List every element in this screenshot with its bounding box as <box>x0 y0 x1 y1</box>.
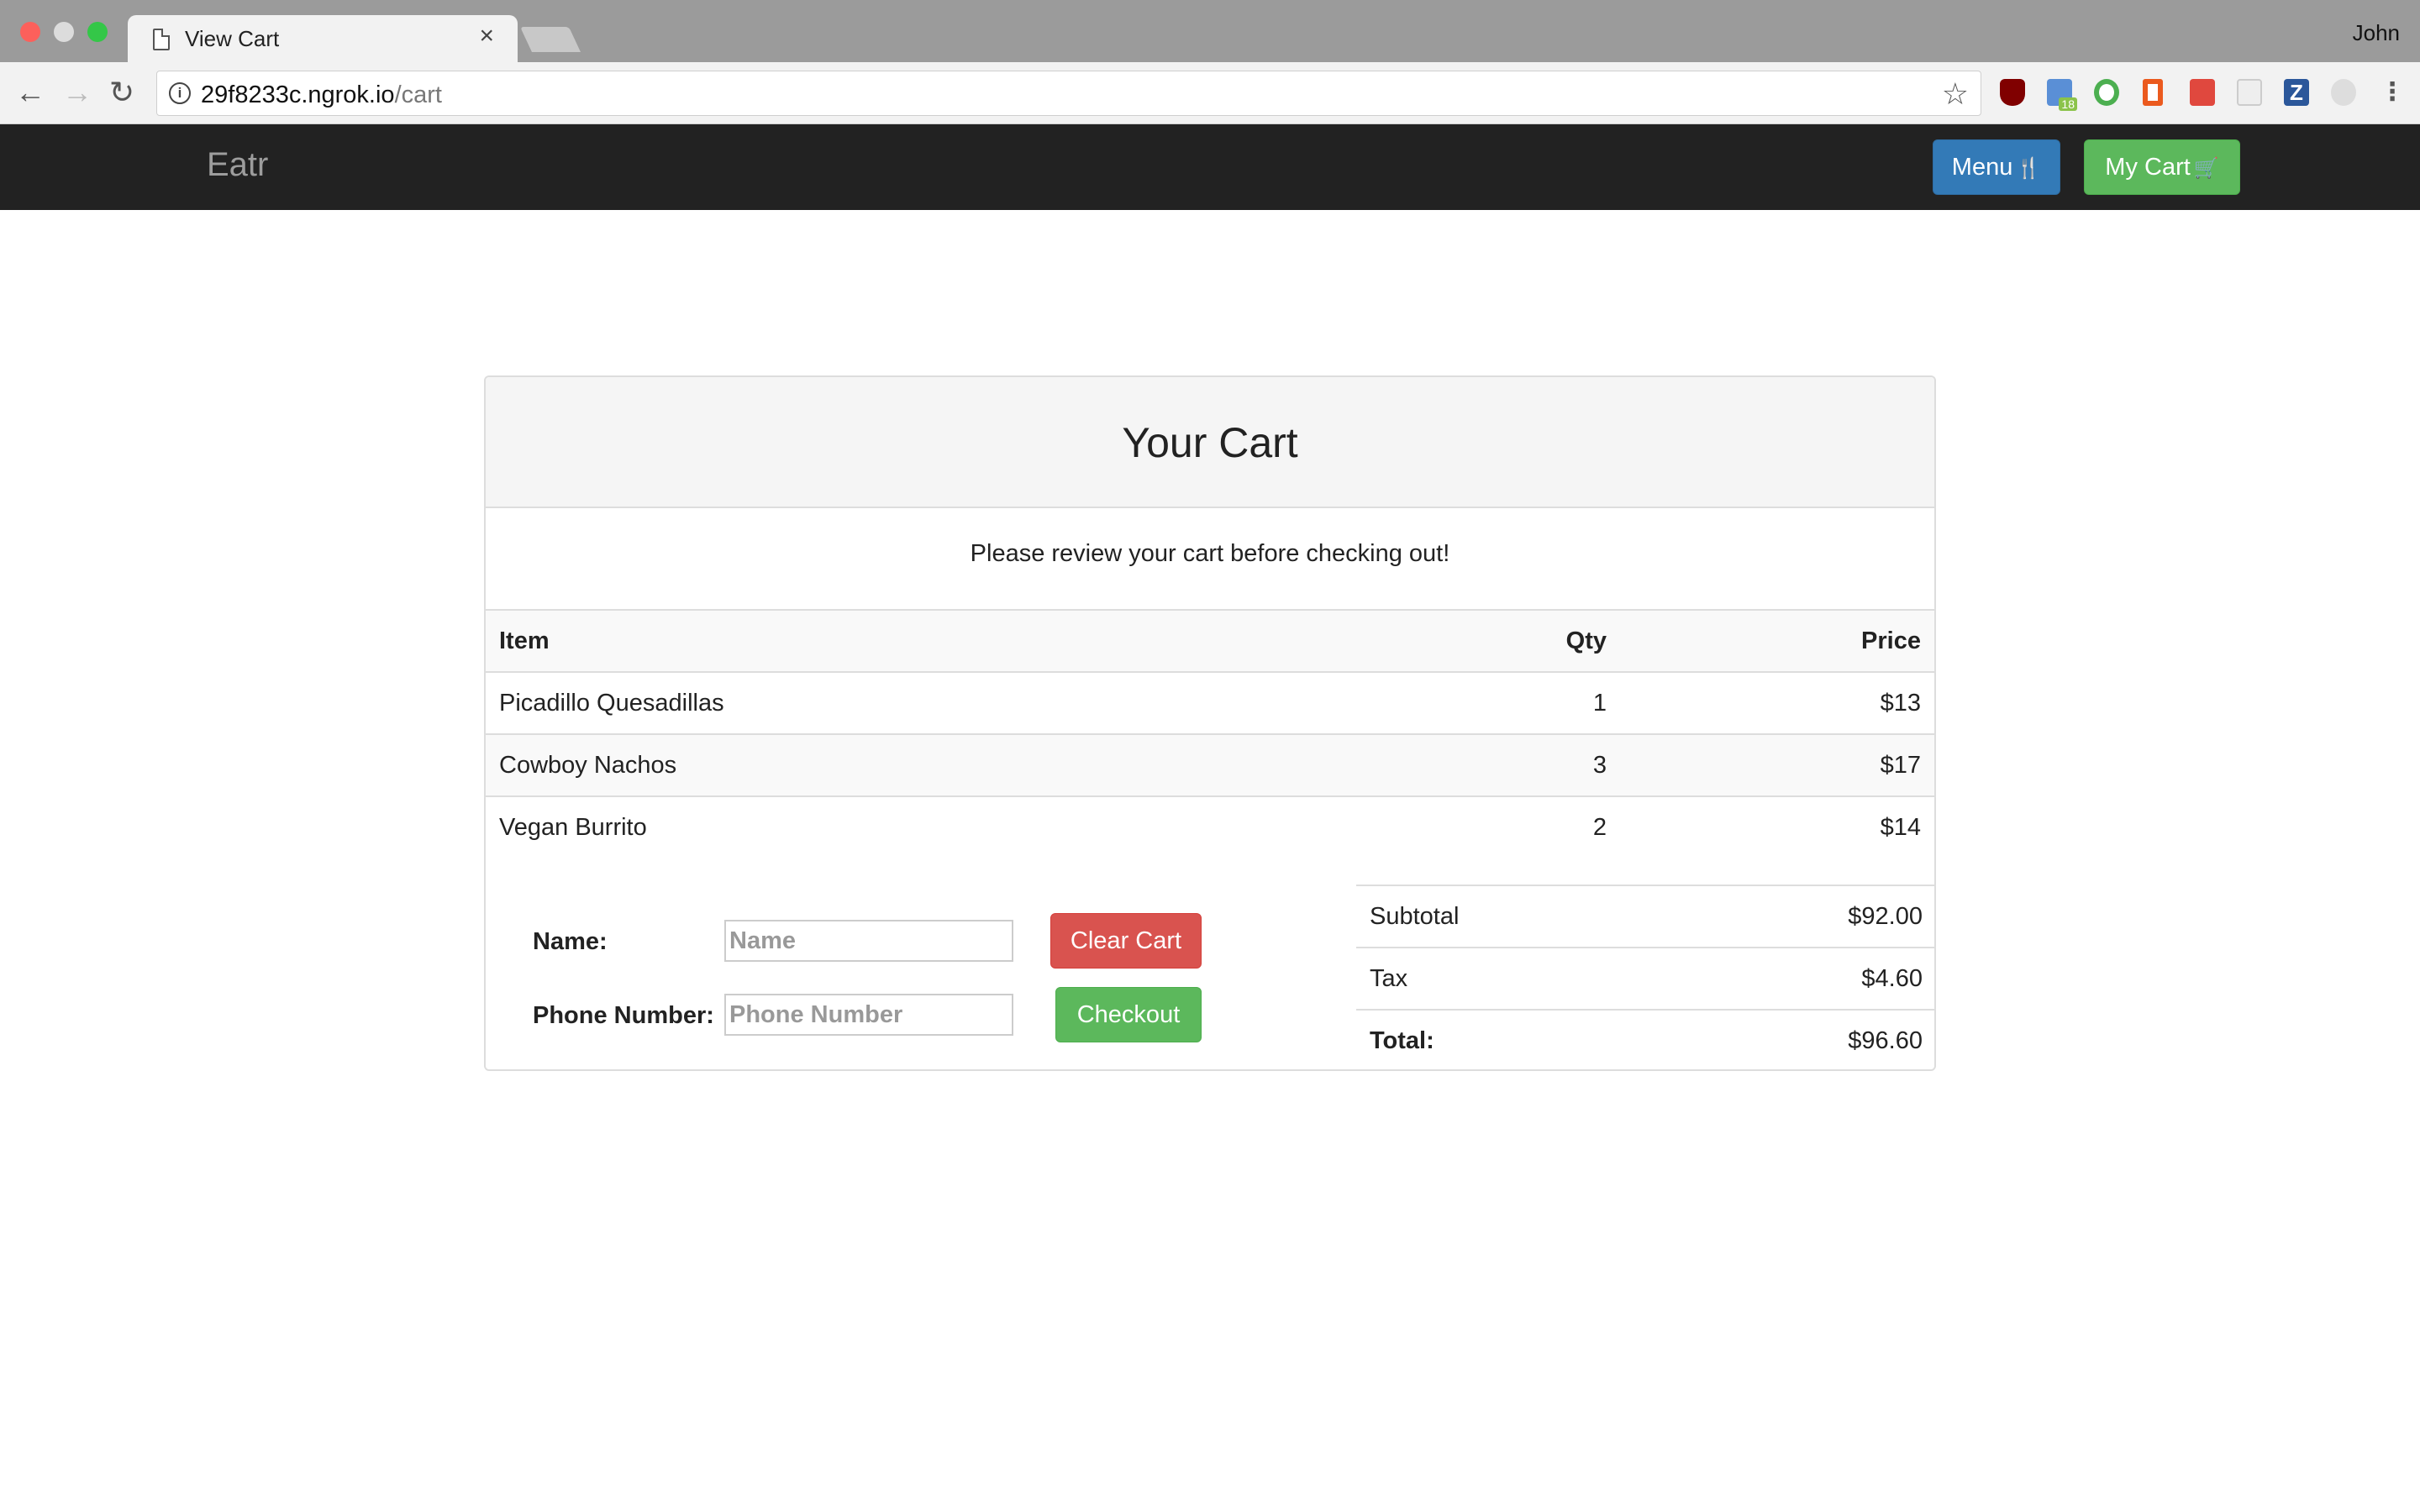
bookmark-star-icon[interactable]: ☆ <box>1942 76 1969 112</box>
item-price: $13 <box>1620 671 1934 734</box>
column-header-item: Item <box>486 609 1301 672</box>
checkout-form: Name: Phone Number: Clear Cart Checkout <box>486 903 1351 1069</box>
name-label: Name: <box>533 928 608 955</box>
address-bar[interactable]: i 29f8233c.ngrok.io/cart ☆ <box>156 71 1981 116</box>
page-icon <box>153 29 170 50</box>
total-value: $96.60 <box>1848 1026 1923 1054</box>
browser-tab-active[interactable]: View Cart × <box>128 15 518 64</box>
table-row: Cowboy Nachos 3 $17 <box>486 733 1934 796</box>
tab-title: View Cart <box>185 26 280 51</box>
name-field[interactable] <box>724 920 1013 962</box>
tax-label: Tax <box>1370 964 1408 992</box>
profile-name[interactable]: John <box>2353 20 2400 46</box>
calendar-badge: 18 <box>2059 97 2077 111</box>
tax-value: $4.60 <box>1861 964 1923 992</box>
tax-row: Tax $4.60 <box>1356 947 1934 1009</box>
maximize-window-button[interactable] <box>87 22 108 42</box>
site-navbar: Eatr Menu 🍴 My Cart 🛒 <box>0 124 2420 210</box>
item-qty: 3 <box>1301 733 1620 796</box>
item-name: Picadillo Quesadillas <box>486 671 1301 734</box>
back-arrow-icon[interactable]: ← <box>15 76 45 109</box>
minimize-window-button[interactable] <box>54 22 74 42</box>
subtotal-label: Subtotal <box>1370 902 1460 930</box>
table-header-row: Item Qty Price <box>486 609 1934 672</box>
item-price: $14 <box>1620 795 1934 858</box>
new-tab-button[interactable] <box>520 27 581 52</box>
reload-icon[interactable]: ↻ <box>109 76 134 109</box>
subtotal-value: $92.00 <box>1848 902 1923 930</box>
my-cart-button-label: My Cart <box>2105 154 2191 181</box>
calendar-icon[interactable]: 18 <box>2047 79 2077 111</box>
brand-link[interactable]: Eatr <box>207 146 268 184</box>
info-icon[interactable]: i <box>169 82 191 104</box>
z-ext-icon[interactable]: Z <box>2284 79 2309 106</box>
column-header-price: Price <box>1620 609 1934 672</box>
item-qty: 1 <box>1301 671 1620 734</box>
search-ext-icon[interactable] <box>2190 79 2215 106</box>
phone-label: Phone Number: <box>533 1002 714 1029</box>
cart-panel: Your Cart Please review your cart before… <box>484 375 1936 1071</box>
table-row: Picadillo Quesadillas 1 $13 <box>486 671 1934 734</box>
browser-toolbar: ← → ↻ i 29f8233c.ngrok.io/cart ☆ 18 Z ⋮ <box>0 62 2420 124</box>
column-header-qty: Qty <box>1301 609 1620 672</box>
cart-icon: 🛒 <box>2193 157 2219 180</box>
total-label: Total: <box>1370 1026 1434 1054</box>
subtotal-row: Subtotal $92.00 <box>1356 885 1934 947</box>
clear-cart-button[interactable]: Clear Cart <box>1050 913 1202 969</box>
menu-kebab-icon[interactable]: ⋮ <box>2380 79 2405 106</box>
tab-close-icon[interactable]: × <box>479 24 494 49</box>
panel-heading: Your Cart <box>486 377 1934 508</box>
phone-field[interactable] <box>724 994 1013 1036</box>
menu-button[interactable]: Menu 🍴 <box>1933 139 2060 195</box>
ublock-icon[interactable] <box>2000 79 2025 106</box>
total-row: Total: $96.60 <box>1356 1009 1934 1069</box>
cart-table: Item Qty Price Picadillo Quesadillas 1 $… <box>486 609 1934 858</box>
my-cart-button[interactable]: My Cart 🛒 <box>2084 139 2240 195</box>
checkout-button[interactable]: Checkout <box>1055 987 1202 1042</box>
browser-titlebar: View Cart × John <box>0 0 2420 64</box>
item-qty: 2 <box>1301 795 1620 858</box>
grey-ext-icon[interactable] <box>2331 79 2356 106</box>
menu-button-label: Menu <box>1951 154 2013 181</box>
item-price: $17 <box>1620 733 1934 796</box>
totals-table: Subtotal $92.00 Tax $4.60 Total: $96.60 <box>1356 885 1934 1069</box>
url-text[interactable]: 29f8233c.ngrok.io/cart <box>201 81 442 109</box>
ring-icon[interactable] <box>2094 79 2119 106</box>
item-name: Vegan Burrito <box>486 795 1301 858</box>
table-row: Vegan Burrito 2 $14 <box>486 795 1934 858</box>
page-title: Your Cart <box>1122 419 1298 466</box>
cart-instructions: Please review your cart before checking … <box>970 540 1450 567</box>
office-icon[interactable] <box>2143 79 2163 106</box>
cutlery-icon: 🍴 <box>2016 157 2042 180</box>
item-name: Cowboy Nachos <box>486 733 1301 796</box>
forward-arrow-icon[interactable]: → <box>62 76 92 109</box>
close-window-button[interactable] <box>20 22 40 42</box>
blank-ext-icon[interactable] <box>2237 79 2262 106</box>
